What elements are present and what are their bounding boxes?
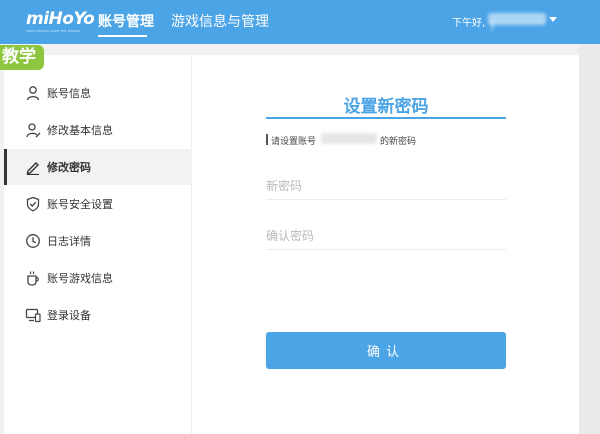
- sidebar-item-login-devices[interactable]: 登录设备: [4, 297, 192, 333]
- sidebar-item-label: 账号安全设置: [47, 198, 113, 211]
- sidebar-item-edit-basic-info[interactable]: 修改基本信息: [4, 112, 192, 148]
- nav-account-management[interactable]: 账号管理: [98, 11, 154, 31]
- account-name-redacted: [321, 133, 377, 144]
- shield-check-icon: [26, 196, 40, 212]
- top-nav-bar: miHoYo TECH OTAKUS SAVE THE WORLD 账号管理 游…: [0, 0, 600, 44]
- cup-icon: [27, 271, 39, 286]
- sidebar-item-label: 账号游戏信息: [47, 272, 113, 285]
- pencil-icon: [26, 162, 39, 175]
- confirm-button[interactable]: 确认: [266, 332, 506, 369]
- form-title-underline: [266, 117, 506, 119]
- hint-marker: [266, 134, 268, 145]
- devices-icon: [25, 308, 41, 323]
- clock-icon: [26, 234, 40, 248]
- page-right-gutter: [579, 44, 600, 434]
- sidebar-item-log-details[interactable]: 日志详情: [4, 223, 192, 259]
- nav-active-indicator: [98, 35, 147, 37]
- logo-tagline: TECH OTAKUS SAVE THE WORLD: [26, 29, 81, 33]
- sidebar-item-label: 日志详情: [47, 235, 91, 248]
- new-password-input[interactable]: [266, 172, 506, 200]
- teaching-badge: 教学: [0, 45, 44, 70]
- form-title: 设置新密码: [343, 97, 429, 117]
- sidebar-item-label: 账号信息: [47, 87, 91, 100]
- account-sidebar: 账号信息 修改基本信息 修改密码 账号安全设置 日志详情 账号游戏信息 登录设备: [4, 55, 192, 434]
- sidebar-item-game-info[interactable]: 账号游戏信息: [4, 260, 192, 296]
- user-menu-chevron-down-icon[interactable]: [549, 17, 557, 22]
- account-card: 账号信息 修改基本信息 修改密码 账号安全设置 日志详情 账号游戏信息 登录设备…: [4, 55, 579, 434]
- sidebar-item-label: 修改密码: [47, 161, 91, 174]
- sidebar-item-label: 登录设备: [47, 309, 91, 322]
- hint-text-suffix: 的新密码: [380, 137, 417, 147]
- sidebar-item-change-password[interactable]: 修改密码: [4, 149, 192, 185]
- sidebar-item-security-settings[interactable]: 账号安全设置: [4, 186, 192, 222]
- nav-game-info-management[interactable]: 游戏信息与管理: [171, 11, 269, 31]
- sidebar-item-account-info[interactable]: 账号信息: [4, 75, 192, 111]
- user-edit-icon: [26, 123, 41, 138]
- greeting-text: 下午好,: [452, 18, 486, 29]
- mihoyo-logo[interactable]: miHoYo: [26, 9, 95, 29]
- user-icon: [26, 86, 40, 101]
- sidebar-item-label: 修改基本信息: [47, 124, 113, 137]
- hint-text-prefix: 请设置账号: [271, 137, 317, 147]
- confirm-password-input[interactable]: [266, 222, 506, 250]
- username-redacted[interactable]: j: [488, 13, 546, 31]
